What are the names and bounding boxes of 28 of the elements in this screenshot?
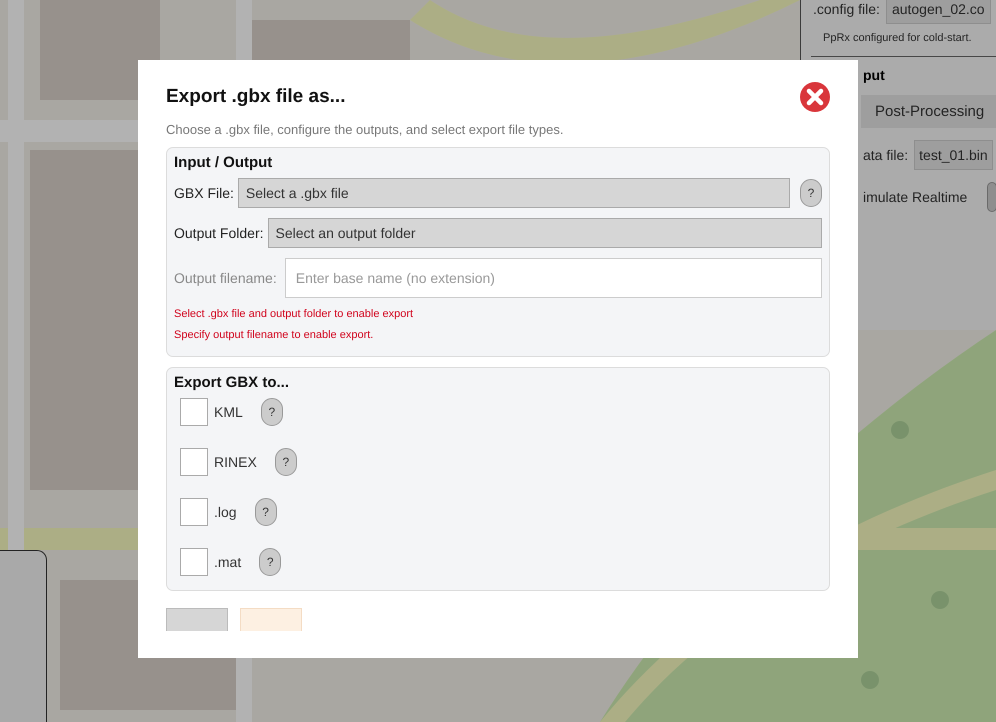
config-file-label: .config file: [813, 1, 880, 17]
validation-message: Specify output filename to enable export. [174, 329, 374, 341]
format-label: .mat [214, 554, 242, 570]
format-label: .log [214, 504, 237, 520]
gbx-file-picker[interactable]: Select a .gbx file [238, 178, 790, 208]
help-button[interactable]: ? [800, 179, 822, 207]
format-label: KML [214, 404, 243, 420]
help-button[interactable]: ? [259, 548, 282, 576]
output-folder-picker[interactable]: Select an output folder [268, 218, 822, 248]
help-button[interactable]: ? [254, 498, 277, 526]
dialog-subtitle: Choose a .gbx file, configure the outputs, and select export file types. [166, 122, 564, 137]
simulate-realtime-label: imulate Realtime [863, 189, 968, 205]
config-file-field[interactable]: autogen_02.co [886, 0, 991, 24]
mode-button[interactable]: Post-Processing [861, 95, 996, 128]
help-button[interactable]: ? [260, 398, 283, 426]
section-heading: Export GBX to... [174, 374, 290, 391]
data-file-field[interactable]: test_01.bin [914, 140, 993, 170]
status-text: PpRx configured for cold-start. [811, 24, 996, 57]
output-folder-label: Output Folder: [174, 225, 264, 241]
help-button[interactable]: ? [274, 448, 297, 476]
section-heading: put [863, 67, 886, 83]
data-file-label: ata file: [863, 147, 908, 163]
dialog-title: Export .gbx file as... [166, 86, 346, 108]
format-label: RINEX [214, 454, 257, 470]
output-filename-label: Output filename: [174, 270, 277, 286]
gbx-file-label: GBX File: [174, 185, 234, 201]
validation-message: Select .gbx file and output folder to enable export [174, 308, 414, 320]
section-heading: Input / Output [174, 154, 274, 171]
